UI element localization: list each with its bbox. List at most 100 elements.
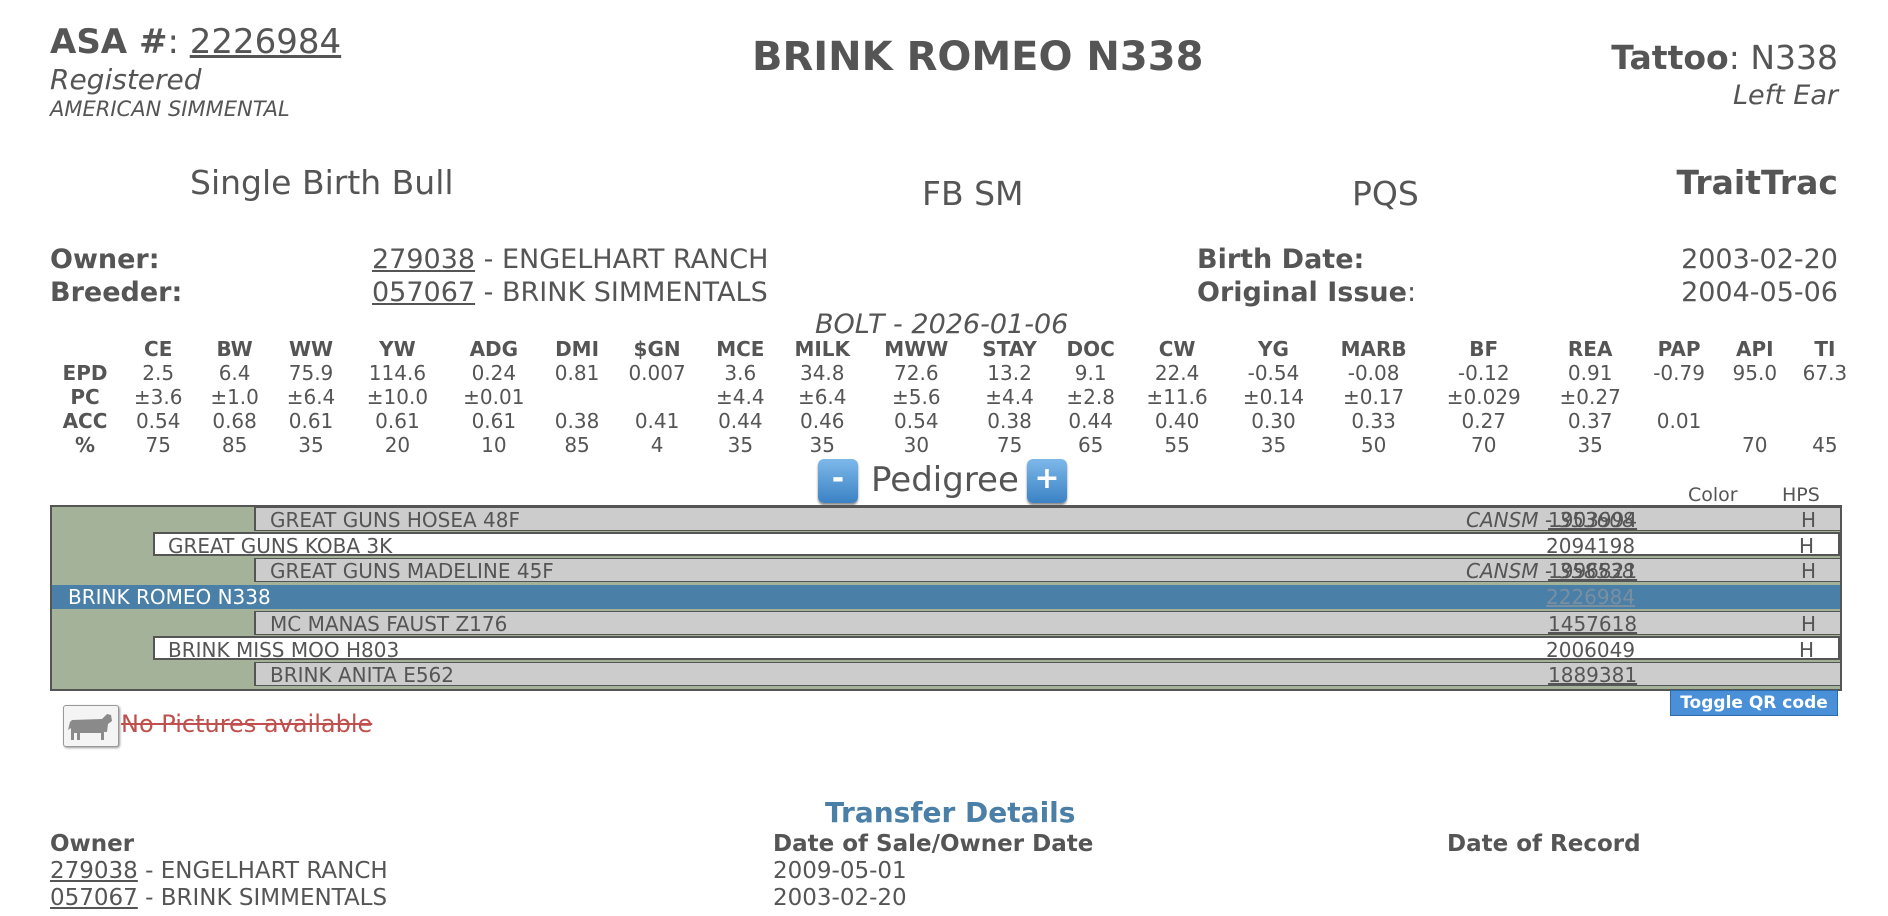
epd-cell: 30 — [903, 433, 930, 457]
epd-column-header: API — [1735, 337, 1774, 361]
epd-cell: 35 — [298, 433, 324, 457]
epd-column-header: STAY — [982, 337, 1037, 361]
tattoo-label: Tattoo — [1611, 38, 1729, 77]
epd-cell — [1638, 385, 1719, 409]
pedigree-row-subject[interactable]: BRINK ROMEO N338 2226984 — [52, 585, 1840, 609]
transfer-row: 279038 - ENGELHART RANCH — [50, 858, 388, 884]
tattoo-value: N338 — [1750, 38, 1838, 77]
pedigree-collapse-button[interactable]: - — [818, 459, 858, 503]
epd-cell: 13.2 — [987, 361, 1032, 385]
pedigree-reg-link[interactable]: 2094198 — [1546, 534, 1635, 558]
birth-date-label: Birth Date: — [1197, 244, 1365, 275]
epd-cell: ±4.4 — [716, 385, 765, 409]
tattoo-line: Tattoo: N338 — [1611, 38, 1838, 77]
epd-cell: ±1.0 — [210, 385, 259, 409]
birth-type: Single Birth Bull — [190, 163, 454, 202]
toggle-qr-button[interactable]: Toggle QR code — [1670, 690, 1838, 716]
epd-cell — [1720, 409, 1790, 433]
epd-row: % 75 85 35 20 10 85 4 35 35 30 75 65 55 35 50 70 35 70 45 — [50, 433, 1860, 457]
epd-column-header: MILK — [794, 337, 851, 361]
epd-cell: 95.0 — [1732, 361, 1778, 385]
epd-cell — [1720, 385, 1790, 409]
pedigree-row-dam-sire[interactable]: MC MANAS FAUST Z176 1457618 H — [254, 611, 1840, 636]
transfer-owner-id-link[interactable]: 057067 — [50, 885, 138, 911]
asa-number-link[interactable]: 2226984 — [190, 22, 341, 62]
owner-value: 279038 - ENGELHART RANCH — [372, 244, 768, 275]
epd-row-label: EPD — [62, 361, 108, 385]
epd-cell: 75 — [996, 433, 1023, 457]
bolt-date: BOLT - 2026-01-06 — [815, 309, 1069, 340]
animal-name-title: BRINK ROMEO N338 — [752, 34, 1204, 80]
pedigree-hps: H — [1801, 508, 1817, 532]
epd-cell — [542, 385, 612, 409]
epd-column-header: REA — [1567, 337, 1613, 361]
pedigree-reg-link[interactable]: 1889381 — [1548, 663, 1637, 687]
epd-cell: 0.37 — [1567, 409, 1613, 433]
epd-cell: 55 — [1164, 433, 1190, 457]
epd-cell: 0.27 — [1461, 409, 1507, 433]
epd-column-header: TI — [1814, 337, 1836, 361]
no-pictures-link[interactable]: No Pictures available — [121, 710, 372, 738]
epd-column-header: YW — [379, 337, 416, 361]
epd-cell: 0.38 — [987, 409, 1032, 433]
epd-cell: 65 — [1077, 433, 1104, 457]
pedigree-reg-link[interactable]: 1903994 — [1548, 508, 1637, 532]
owner-name: - ENGELHART RANCH — [483, 244, 769, 275]
breeder-id-link[interactable]: 057067 — [372, 277, 475, 308]
pqs-label: PQS — [1352, 174, 1419, 213]
epd-cell: 50 — [1360, 433, 1387, 457]
pedigree-row-sire-sire[interactable]: GREAT GUNS HOSEA 48F CANSM - 353608 1903… — [254, 507, 1840, 532]
pedigree-reg-link[interactable]: 1457618 — [1548, 612, 1637, 636]
pedigree-row-dam[interactable]: BRINK MISS MOO H803 2006049 H — [153, 636, 1840, 662]
pedigree-row-sire-dam[interactable]: GREAT GUNS MADELINE 45F CANSM - 358538 1… — [254, 558, 1840, 583]
pedigree-color-header: Color — [1688, 484, 1738, 506]
epd-cell: 0.61 — [288, 409, 334, 433]
transfer-row: 057067 - BRINK SIMMENTALS — [50, 885, 387, 911]
epd-column-header: $GN — [633, 337, 681, 361]
owner-id-link[interactable]: 279038 — [372, 244, 475, 275]
transfer-date-sale: 2009-05-01 — [773, 858, 907, 884]
pedigree-reg-link[interactable]: 2006049 — [1546, 638, 1635, 662]
epd-cell: -0.08 — [1347, 361, 1400, 385]
epd-column-header: YG — [1258, 337, 1289, 361]
epd-cell — [1790, 409, 1860, 433]
epd-cell: 0.44 — [718, 409, 763, 433]
owner-label: Owner: — [50, 244, 160, 275]
pedigree-name: BRINK ROMEO N338 — [68, 585, 271, 609]
epd-cell: 0.91 — [1567, 361, 1613, 385]
pedigree-chart: GREAT GUNS HOSEA 48F CANSM - 353608 1903… — [50, 505, 1842, 691]
pedigree-reg-link[interactable]: 1996821 — [1548, 559, 1637, 583]
pedigree-name: MC MANAS FAUST Z176 — [270, 612, 508, 636]
transfer-owner-header: Owner — [50, 831, 135, 857]
pedigree-expand-button[interactable]: + — [1027, 459, 1067, 503]
epd-cell: 114.6 — [368, 361, 427, 385]
epd-cell: 85 — [221, 433, 248, 457]
epd-column-header: BF — [1469, 337, 1499, 361]
asa-label: ASA # — [50, 22, 168, 62]
epd-cell: 3.6 — [724, 361, 757, 385]
breeder-name: - BRINK SIMMENTALS — [483, 277, 768, 308]
pedigree-hps: H — [1801, 559, 1817, 583]
epd-cell — [1790, 385, 1860, 409]
epd-cell: 0.41 — [634, 409, 680, 433]
epd-cell: 2.5 — [142, 361, 175, 385]
pedigree-row-dam-dam[interactable]: BRINK ANITA E562 1889381 — [254, 662, 1840, 687]
cow-icon[interactable] — [63, 705, 119, 747]
epd-table: CE BW WW YW ADG DMI $GN MCE MILK MWW STAY DOC CW YG MA… — [50, 337, 1860, 457]
epd-cell: ±6.4 — [797, 385, 847, 409]
epd-cell: ±5.6 — [892, 385, 941, 409]
epd-cell: 0.46 — [799, 409, 845, 433]
epd-column-header: MWW — [884, 337, 949, 361]
epd-cell: -0.79 — [1653, 361, 1705, 385]
transfer-owner-id-link[interactable]: 279038 — [50, 858, 138, 884]
epd-cell: ±0.14 — [1242, 385, 1305, 409]
pedigree-name: BRINK MISS MOO H803 — [168, 638, 400, 662]
pedigree-row-sire[interactable]: GREAT GUNS KOBA 3K 2094198 H — [153, 532, 1840, 558]
epd-cell: 35 — [727, 433, 754, 457]
epd-row-label: % — [74, 433, 96, 457]
breeder-label: Breeder: — [50, 277, 183, 308]
epd-cell: 67.3 — [1802, 361, 1848, 385]
pedigree-reg-link[interactable]: 2226984 — [1546, 585, 1635, 609]
epd-cell: 0.007 — [628, 361, 686, 385]
pedigree-name: GREAT GUNS MADELINE 45F — [270, 559, 554, 583]
